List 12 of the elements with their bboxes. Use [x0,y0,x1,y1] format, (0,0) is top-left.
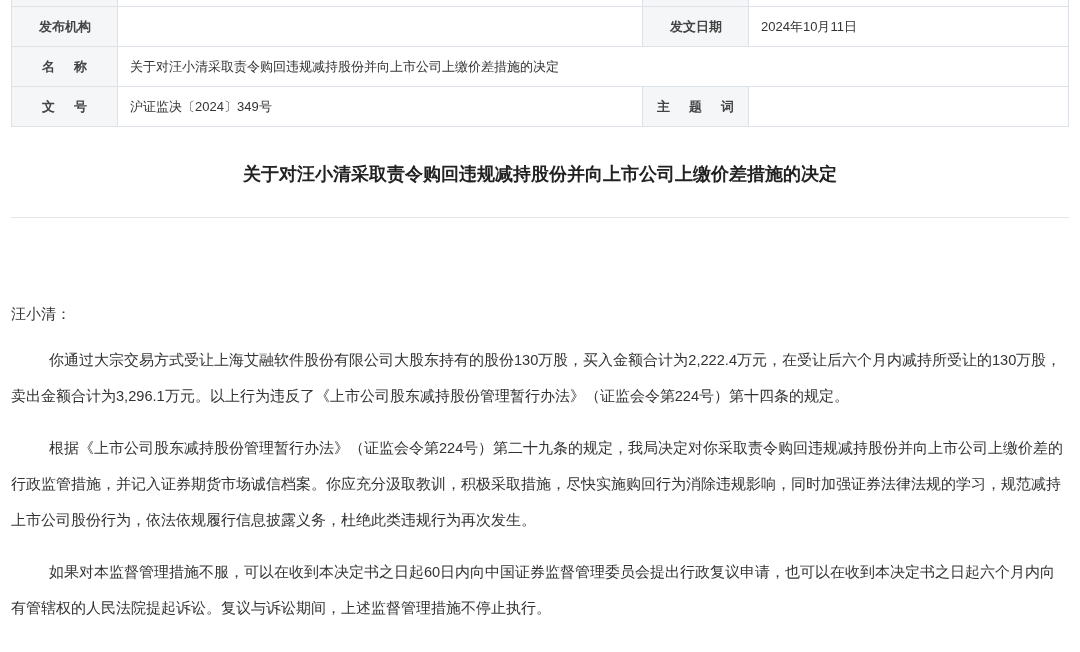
body-paragraph: 如果对本监督管理措施不服，可以在收到本决定书之日起60日内向中国证券监督管理委员会提出行政复议申请，也可以在收到本决定书之日起六个月内向有管辖权的人民法院提起诉讼。复议与诉讼期间，上述监督管理措施不停止执行。 [11,563,1057,618]
field-value: 关于对汪小清采取责令购回违规减持股份并向上市公司上缴价差措施的决定 [129,57,560,76]
body-paragraph: 你通过大宗交易方式受让上海艾融软件股份有限公司大股东持有的股份130万股，买入金额合计为2,222.4万元，在受让后六个月内减持所受让的130万股，卖出金额合计为3,296.1万元。以上行为违反了《上市公司股东减持股份管理暂行办法》（证监会令第224号）第十四条的规定。 [11,351,1063,406]
field-value: 2024年10月11日 [760,17,858,36]
document-title: 关于对汪小清采取责令购回违规减持股份并向上市公司上缴价差措施的决定 [242,163,838,186]
field-label: 名 称 [12,47,118,86]
field-label: 发文日期 [643,7,749,46]
field-label: 发布机构 [12,7,118,46]
field-label: 主 题 词 [643,87,749,126]
field-label: 文 号 [12,87,118,126]
salutation: 汪小清： [11,305,72,324]
body-paragraph: 根据《上市公司股东减持股份管理暂行办法》（证监会令第224号）第二十九条的规定，我局决定对你采取责令购回违规减持股份并向上市公司上缴价差的行政监管措施，并记入证券期货市场诚信档案。你应充分汲取教训，积极采取措施，尽快实施购回行为消除违规影响，同时加强证券法律法规的学习，规范减持上市公司股份行为，依法依规履行信息披露义务，杜绝此类违规行为再次发生。 [11,439,1065,530]
